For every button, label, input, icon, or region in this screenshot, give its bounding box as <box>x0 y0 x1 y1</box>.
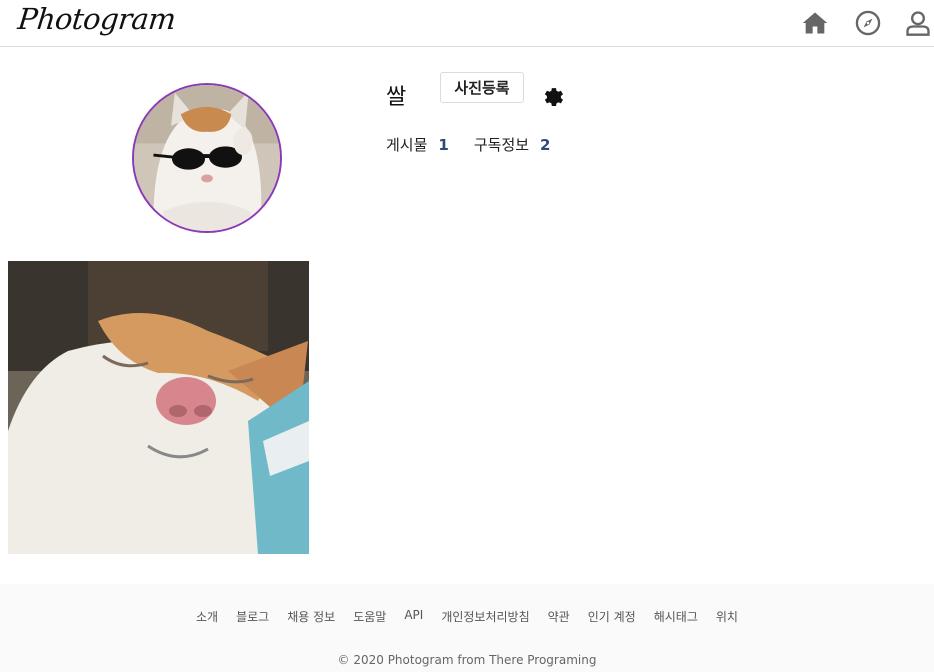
profile-stats: 게시물 1 구독정보 2 <box>386 134 575 155</box>
footer-link[interactable]: 소개 <box>196 608 218 625</box>
copyright: © 2020 Photogram from There Programing <box>337 653 597 667</box>
subscriptions-label: 구독정보 <box>473 136 530 154</box>
footer-link[interactable]: 블로그 <box>236 608 269 625</box>
subscriptions-stat[interactable]: 구독정보 2 <box>474 134 576 155</box>
footer-link[interactable]: 도움말 <box>353 608 386 625</box>
footer-link[interactable]: API <box>404 608 423 625</box>
subscriptions-count: 2 <box>540 135 551 154</box>
posts-label: 게시물 <box>386 136 428 154</box>
logo[interactable]: Photogram <box>16 2 177 36</box>
footer-links: 소개 블로그 채용 정보 도움말 API 개인정보처리방침 약관 인기 계정 해… <box>0 608 934 625</box>
gear-icon[interactable] <box>541 84 563 106</box>
footer-link[interactable]: 인기 계정 <box>588 608 636 625</box>
home-icon[interactable] <box>801 9 829 37</box>
posts-stat[interactable]: 게시물 1 <box>386 134 474 155</box>
user-icon[interactable] <box>904 9 932 37</box>
upload-photo-button[interactable]: 사진등록 <box>440 72 524 103</box>
profile-username: 쌀 <box>386 85 407 110</box>
profile-avatar[interactable] <box>132 83 282 233</box>
top-header: Photogram <box>0 0 934 47</box>
footer: 소개 블로그 채용 정보 도움말 API 개인정보처리방침 약관 인기 계정 해… <box>0 584 934 672</box>
posts-count: 1 <box>438 135 449 154</box>
footer-link[interactable]: 약관 <box>548 608 570 625</box>
footer-link[interactable]: 위치 <box>716 608 738 625</box>
post-thumbnail[interactable] <box>8 261 309 554</box>
compass-icon[interactable] <box>854 9 882 37</box>
footer-link[interactable]: 채용 정보 <box>287 608 335 625</box>
footer-link[interactable]: 개인정보처리방침 <box>441 608 529 625</box>
footer-link[interactable]: 해시태그 <box>654 608 698 625</box>
